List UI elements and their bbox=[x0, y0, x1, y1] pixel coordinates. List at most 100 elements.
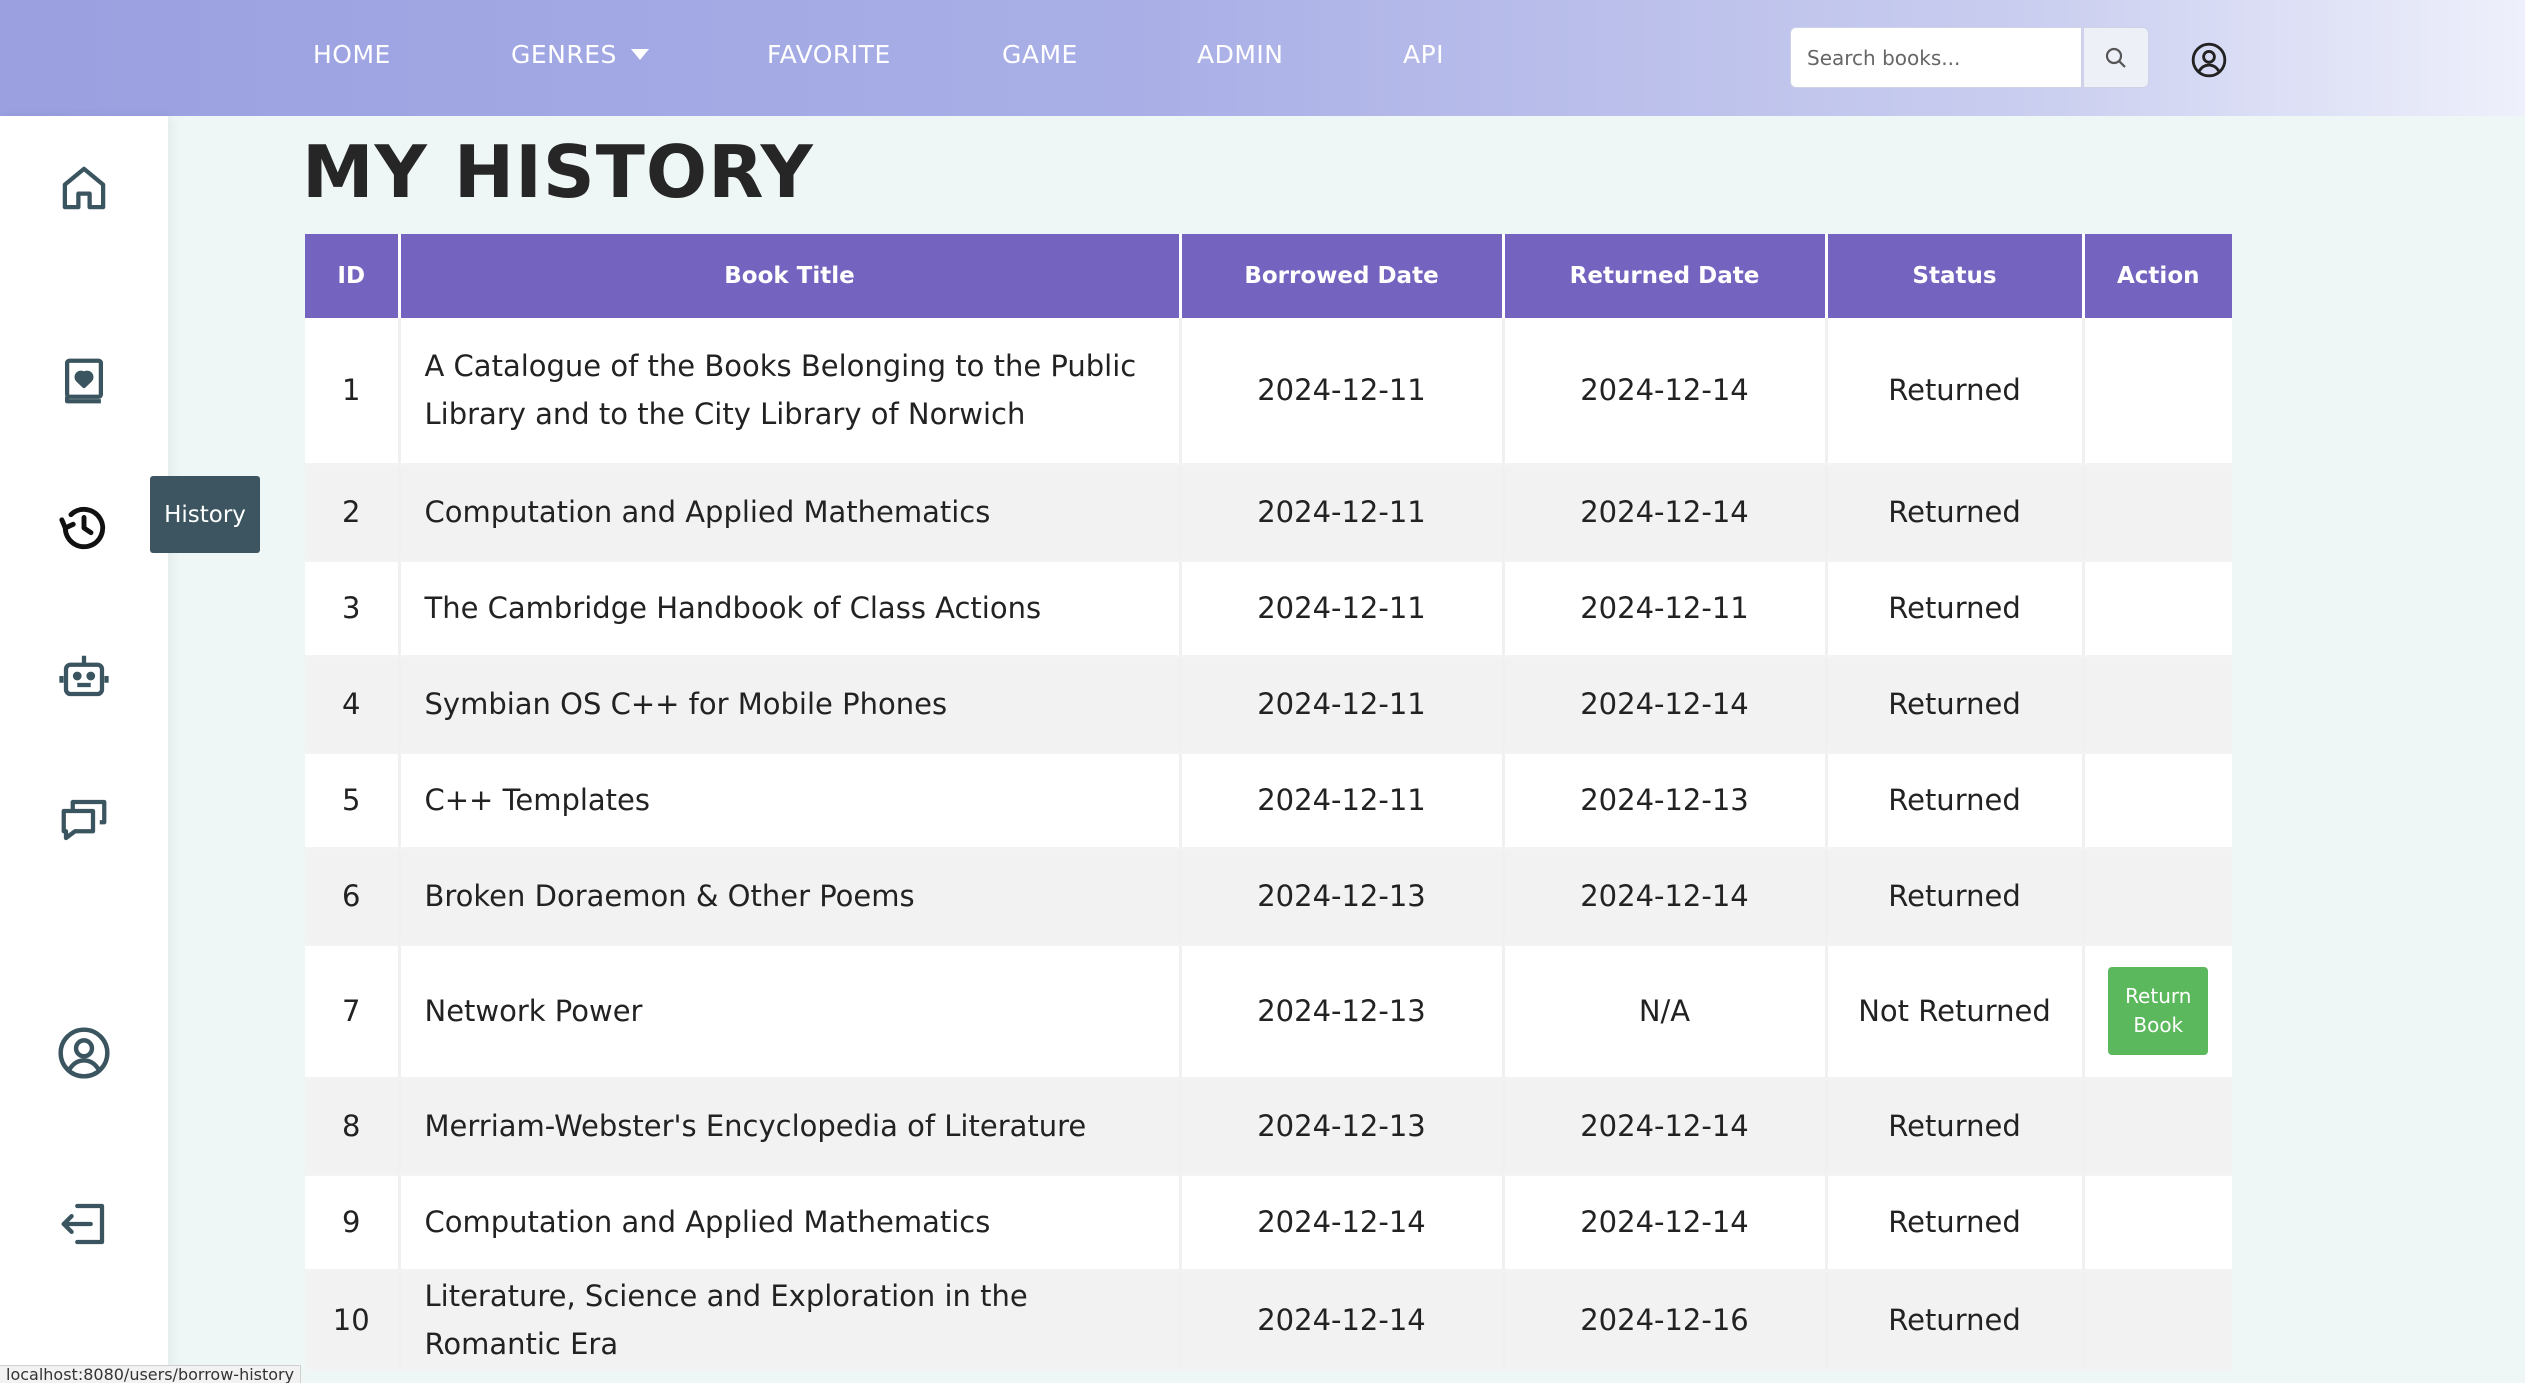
user-circle-icon bbox=[2191, 42, 2227, 78]
column-header-id: ID bbox=[305, 234, 401, 318]
cell-book-title: Network Power bbox=[399, 944, 1182, 1080]
table-row: 10 Literature, Science and Exploration i… bbox=[305, 1270, 2232, 1371]
nav-admin[interactable]: ADMIN bbox=[1197, 40, 1284, 69]
column-header-borrowed: Borrowed Date bbox=[1180, 234, 1505, 318]
caret-down-icon bbox=[630, 49, 649, 60]
cell-action bbox=[2083, 1078, 2232, 1176]
column-header-status: Status bbox=[1826, 234, 2085, 318]
cell-action bbox=[2083, 656, 2232, 754]
nav-genres[interactable]: GENRES bbox=[511, 40, 649, 69]
cell-book-title: Symbian OS C++ for Mobile Phones bbox=[399, 656, 1182, 754]
cell-returned-date: 2024-12-14 bbox=[1503, 1174, 1828, 1272]
search-button[interactable] bbox=[2083, 27, 2149, 88]
cell-id: 6 bbox=[305, 848, 401, 946]
cell-status: Returned bbox=[1826, 848, 2085, 946]
table-row: 7 Network Power 2024-12-13 N/A Not Retur… bbox=[305, 944, 2232, 1080]
sidebar-item-logout[interactable] bbox=[44, 1184, 124, 1264]
cell-borrowed-date: 2024-12-11 bbox=[1180, 464, 1505, 562]
nav-home[interactable]: HOME bbox=[313, 40, 391, 69]
cell-id: 1 bbox=[305, 318, 401, 466]
cell-returned-date: 2024-12-14 bbox=[1503, 464, 1828, 562]
cell-book-title: C++ Templates bbox=[399, 752, 1182, 850]
cell-action bbox=[2083, 1174, 2232, 1272]
cell-status: Returned bbox=[1826, 1174, 2085, 1272]
home-icon bbox=[62, 166, 106, 210]
column-header-title: Book Title bbox=[399, 234, 1182, 318]
cell-status: Returned bbox=[1826, 656, 2085, 754]
column-header-action: Action bbox=[2083, 234, 2232, 318]
cell-borrowed-date: 2024-12-11 bbox=[1180, 752, 1505, 850]
cell-returned-date: 2024-12-14 bbox=[1503, 848, 1828, 946]
cell-returned-date: 2024-12-14 bbox=[1503, 318, 1828, 466]
account-button[interactable] bbox=[2187, 38, 2231, 82]
nav-game[interactable]: GAME bbox=[1002, 40, 1078, 69]
cell-status: Returned bbox=[1826, 752, 2085, 850]
table-header-row: ID Book Title Borrowed Date Returned Dat… bbox=[305, 234, 2232, 318]
cell-returned-date: 2024-12-14 bbox=[1503, 656, 1828, 754]
cell-id: 10 bbox=[305, 1270, 401, 1371]
cell-id: 7 bbox=[305, 944, 401, 1080]
cell-status: Returned bbox=[1826, 560, 2085, 658]
user-circle-icon bbox=[58, 1027, 110, 1079]
column-header-returned: Returned Date bbox=[1503, 234, 1828, 318]
cell-action bbox=[2083, 318, 2232, 466]
cell-action bbox=[2083, 464, 2232, 562]
cell-id: 2 bbox=[305, 464, 401, 562]
sidebar-item-chatbot[interactable] bbox=[44, 636, 124, 716]
top-navbar: HOME GENRES FAVORITE GAME ADMIN API bbox=[0, 0, 2525, 116]
table-row: 5 C++ Templates 2024-12-11 2024-12-13 Re… bbox=[305, 752, 2232, 850]
nav-favorite[interactable]: FAVORITE bbox=[767, 40, 891, 69]
sidebar-item-profile[interactable] bbox=[44, 1013, 124, 1093]
cell-action bbox=[2083, 1270, 2232, 1371]
cell-borrowed-date: 2024-12-13 bbox=[1180, 944, 1505, 1080]
search-input[interactable] bbox=[1790, 27, 2082, 88]
sidebar-item-favorites[interactable] bbox=[44, 341, 124, 421]
chat-icon bbox=[61, 799, 107, 841]
page-title: MY HISTORY bbox=[302, 130, 814, 214]
cell-id: 9 bbox=[305, 1174, 401, 1272]
cell-id: 4 bbox=[305, 656, 401, 754]
cell-id: 5 bbox=[305, 752, 401, 850]
sidebar-item-history[interactable] bbox=[44, 488, 124, 568]
cell-returned-date: N/A bbox=[1503, 944, 1828, 1080]
cell-action bbox=[2083, 560, 2232, 658]
cell-book-title: The Cambridge Handbook of Class Actions bbox=[399, 560, 1182, 658]
cell-action: Return Book bbox=[2083, 944, 2232, 1080]
history-icon bbox=[59, 506, 106, 550]
book-heart-icon bbox=[64, 358, 104, 404]
cell-status: Returned bbox=[1826, 1078, 2085, 1176]
sidebar-tooltip: History bbox=[150, 476, 260, 553]
table-row: 4 Symbian OS C++ for Mobile Phones 2024-… bbox=[305, 656, 2232, 754]
table-row: 9 Computation and Applied Mathematics 20… bbox=[305, 1174, 2232, 1272]
cell-returned-date: 2024-12-11 bbox=[1503, 560, 1828, 658]
cell-id: 3 bbox=[305, 560, 401, 658]
table-row: 2 Computation and Applied Mathematics 20… bbox=[305, 464, 2232, 562]
table-row: 3 The Cambridge Handbook of Class Action… bbox=[305, 560, 2232, 658]
cell-status: Not Returned bbox=[1826, 944, 2085, 1080]
sidebar-item-home[interactable] bbox=[44, 148, 124, 228]
table-row: 8 Merriam-Webster's Encyclopedia of Lite… bbox=[305, 1078, 2232, 1176]
search-icon bbox=[2105, 47, 2126, 68]
cell-action bbox=[2083, 848, 2232, 946]
sidebar-item-chat[interactable] bbox=[44, 780, 124, 860]
cell-book-title: Computation and Applied Mathematics bbox=[399, 464, 1182, 562]
cell-action bbox=[2083, 752, 2232, 850]
cell-borrowed-date: 2024-12-11 bbox=[1180, 318, 1505, 466]
cell-returned-date: 2024-12-16 bbox=[1503, 1270, 1828, 1371]
cell-borrowed-date: 2024-12-11 bbox=[1180, 656, 1505, 754]
cell-book-title: Literature, Science and Exploration in t… bbox=[399, 1270, 1182, 1371]
cell-book-title: A Catalogue of the Books Belonging to th… bbox=[399, 318, 1182, 466]
cell-returned-date: 2024-12-14 bbox=[1503, 1078, 1828, 1176]
sidebar bbox=[0, 116, 168, 1383]
cell-book-title: Broken Doraemon & Other Poems bbox=[399, 848, 1182, 946]
nav-genres-label: GENRES bbox=[511, 40, 617, 69]
history-table: ID Book Title Borrowed Date Returned Dat… bbox=[305, 234, 2232, 1371]
cell-borrowed-date: 2024-12-11 bbox=[1180, 560, 1505, 658]
table-row: 6 Broken Doraemon & Other Poems 2024-12-… bbox=[305, 848, 2232, 946]
return-book-button[interactable]: Return Book bbox=[2108, 967, 2209, 1055]
robot-icon bbox=[59, 655, 109, 697]
status-bar-url: localhost:8080/users/borrow-history bbox=[0, 1365, 302, 1383]
cell-borrowed-date: 2024-12-14 bbox=[1180, 1270, 1505, 1371]
nav-api[interactable]: API bbox=[1403, 40, 1444, 69]
cell-status: Returned bbox=[1826, 318, 2085, 466]
